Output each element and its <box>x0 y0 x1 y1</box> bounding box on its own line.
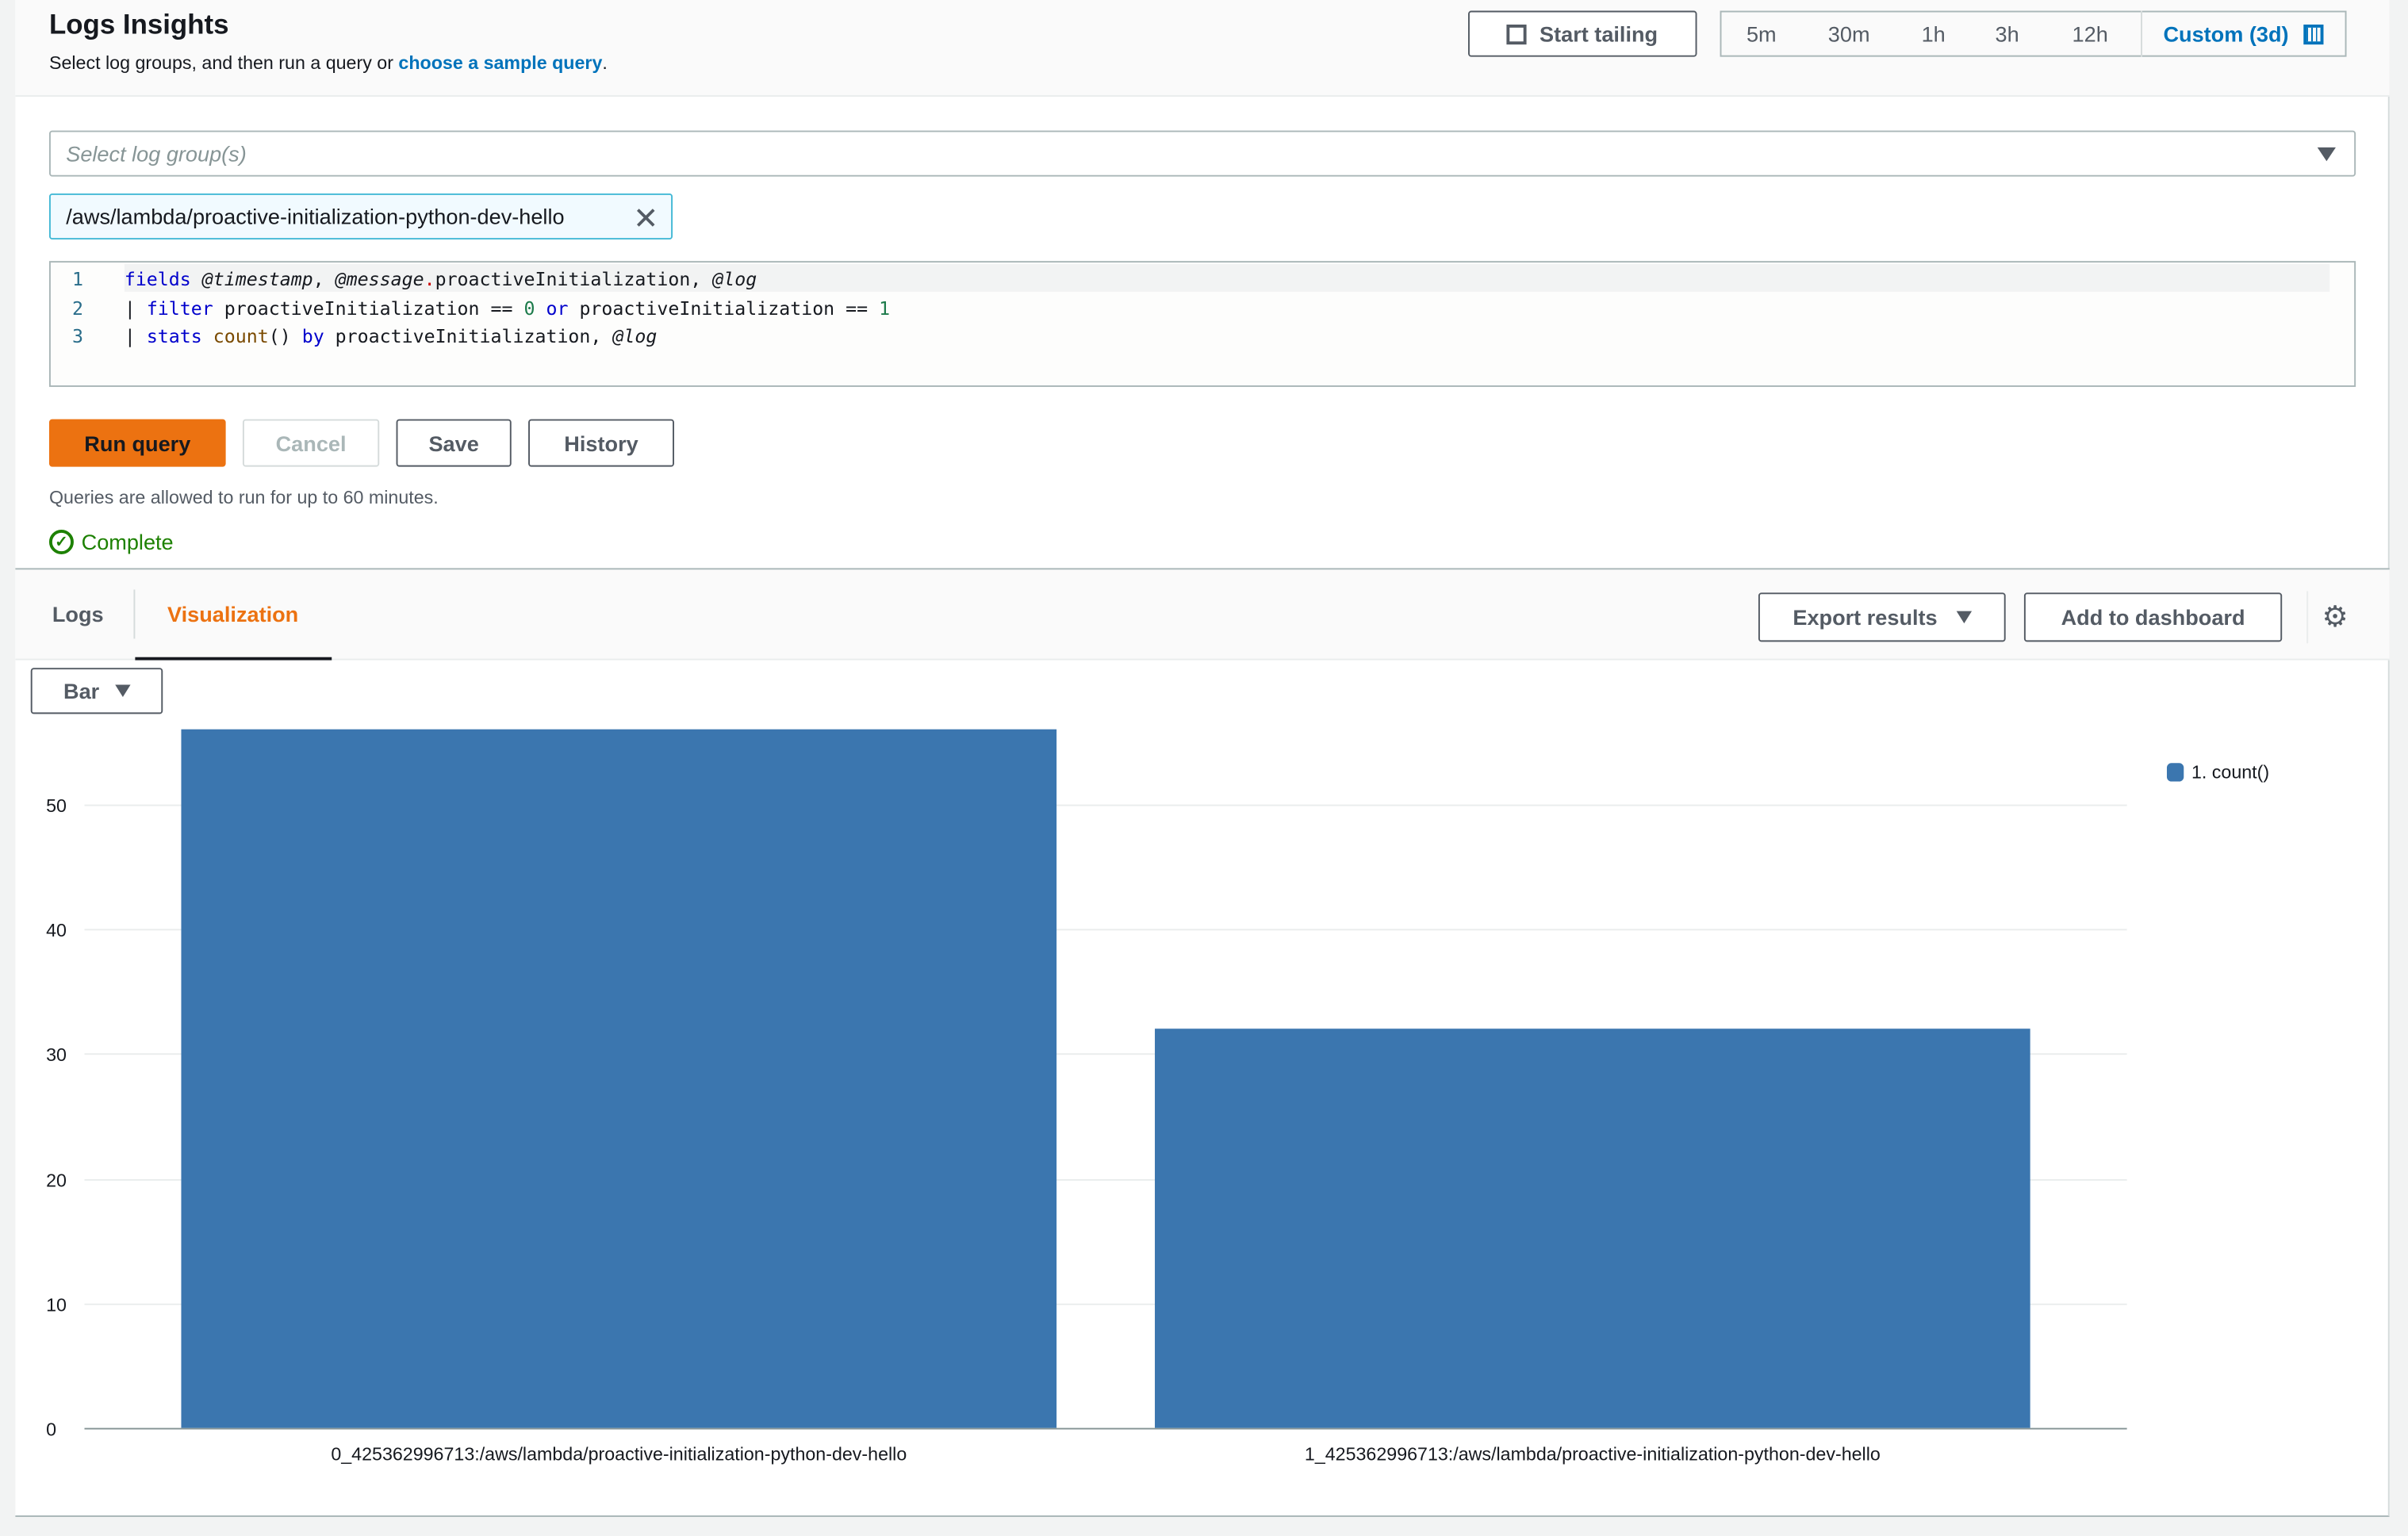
y-tick-label: 50 <box>46 795 92 817</box>
bar[interactable] <box>1155 1029 2030 1428</box>
bar-chart: 0 10 20 30 40 50 0_425362996713:/aws/lambda/pr… <box>0 0 2408 1535</box>
x-tick-label: 1_425362996713:/aws/lambda/proactive-ini… <box>1063 1443 2122 1465</box>
legend-swatch <box>2167 763 2184 781</box>
y-tick-label: 40 <box>46 920 92 941</box>
bar[interactable] <box>181 730 1056 1427</box>
x-tick-label: 0_425362996713:/aws/lambda/proactive-ini… <box>89 1443 1148 1465</box>
legend-label: 1. count() <box>2191 761 2269 783</box>
x-axis-line <box>84 1428 2126 1430</box>
y-tick-label: 20 <box>46 1170 92 1191</box>
y-tick-label: 10 <box>46 1294 92 1316</box>
y-tick-label: 0 <box>46 1419 92 1440</box>
y-tick-label: 30 <box>46 1044 92 1066</box>
chart-legend: 1. count() <box>2167 761 2269 783</box>
